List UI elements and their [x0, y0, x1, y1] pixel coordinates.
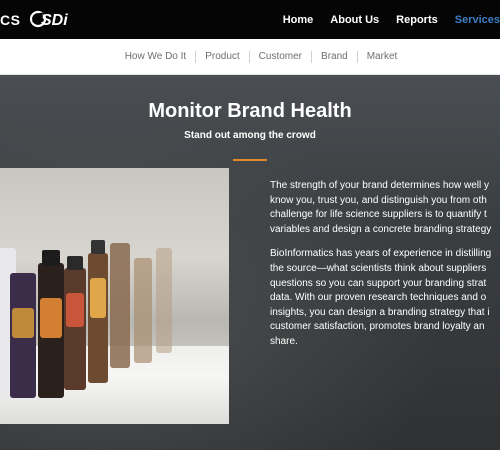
- nav-about-us[interactable]: About Us: [330, 14, 379, 26]
- logo-wordmark: SDi: [41, 12, 68, 29]
- bottle-shape: [88, 253, 108, 383]
- brand-name-fragment: CS: [0, 12, 21, 28]
- bottle-shape: [40, 298, 62, 338]
- main-nav: Home About Us Reports Services: [283, 0, 500, 39]
- bottle-shape: [66, 293, 84, 327]
- subnav-customer[interactable]: Customer: [248, 50, 311, 63]
- bottle-cap-shape: [67, 256, 83, 270]
- product-bottles-photo: [0, 168, 229, 424]
- bottle-cap-shape: [91, 240, 105, 254]
- nav-home[interactable]: Home: [283, 14, 314, 26]
- sdi-logo[interactable]: SDi: [30, 8, 76, 30]
- hero-section: Monitor Brand Health Stand out among the…: [0, 75, 500, 450]
- accent-divider: [233, 159, 267, 161]
- page-subtitle: Stand out among the crowd: [184, 130, 316, 141]
- experience-paragraph: BioInformatics has years of experience i…: [270, 248, 492, 347]
- subnav-brand[interactable]: Brand: [311, 50, 357, 63]
- bottle-shape: [12, 308, 34, 338]
- subnav-product[interactable]: Product: [195, 50, 248, 63]
- services-subnav: How We Do It Product Customer Brand Mark…: [0, 39, 500, 75]
- bottle-shape: [64, 268, 86, 390]
- nav-services[interactable]: Services: [455, 14, 500, 26]
- bottle-cap-shape: [42, 250, 60, 266]
- subnav-market[interactable]: Market: [356, 50, 407, 63]
- brand-health-description: The strength of your brand determines ho…: [270, 179, 500, 360]
- subnav-how-we-do-it[interactable]: How We Do It: [116, 51, 196, 63]
- bottle-shape: [110, 243, 130, 368]
- page-title: Monitor Brand Health: [148, 100, 352, 122]
- top-nav-bar: CS SDi Home About Us Reports Services: [0, 0, 500, 39]
- bottle-shape: [156, 248, 172, 353]
- nav-reports[interactable]: Reports: [396, 14, 438, 26]
- bottle-shape: [134, 258, 152, 363]
- bottle-shape: [90, 278, 106, 318]
- intro-paragraph: The strength of your brand determines ho…: [270, 180, 492, 235]
